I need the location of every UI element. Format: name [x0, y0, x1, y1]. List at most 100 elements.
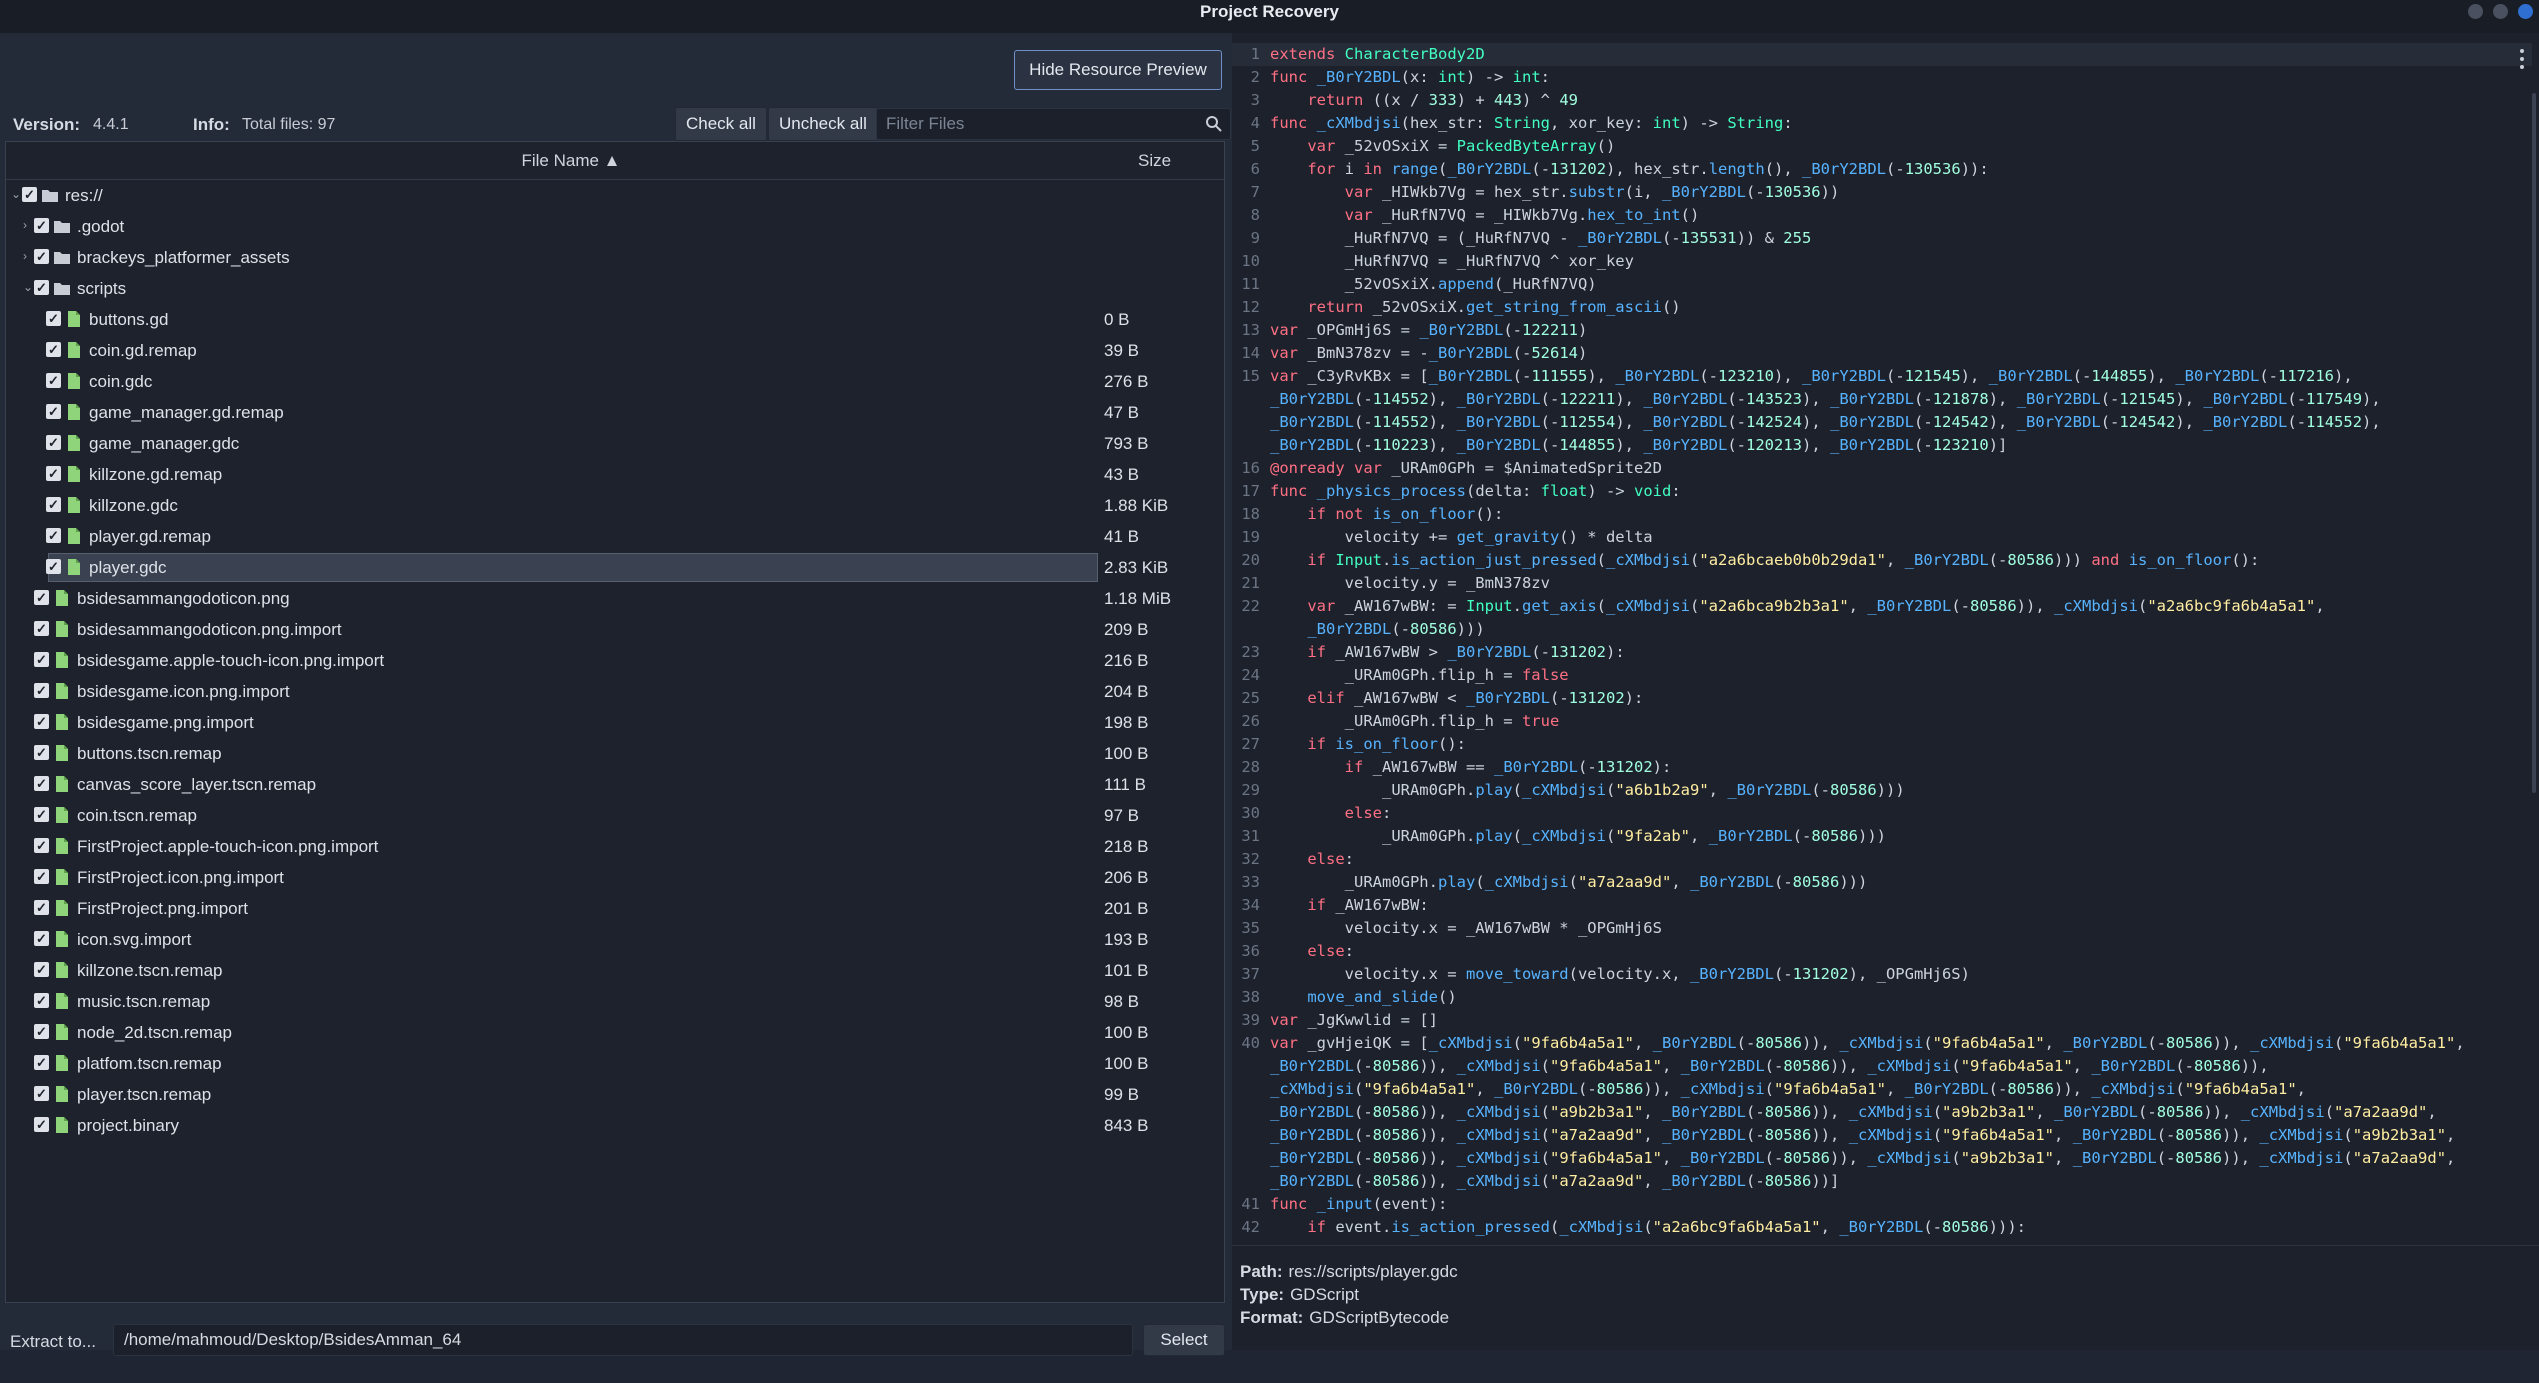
row-checkbox[interactable]: ✓	[34, 931, 49, 946]
tree-file-row[interactable]: ✓ canvas_score_layer.tscn.remap 111 B	[6, 769, 1224, 800]
tree-file-row[interactable]: ✓ platfom.tscn.remap 100 B	[6, 1048, 1224, 1079]
line-number: 15	[1241, 367, 1260, 385]
code-text: _B0rY2BDL(-80586)), _cXMbdjsi("a9b2b3a1"…	[1270, 1103, 2437, 1121]
tree-file-row[interactable]: ✓ game_manager.gd.remap 47 B	[6, 397, 1224, 428]
row-checkbox[interactable]: ✓	[34, 807, 49, 822]
tree-file-row[interactable]: ✓ coin.gd.remap 39 B	[6, 335, 1224, 366]
more-options-icon[interactable]	[2519, 47, 2525, 71]
row-checkbox[interactable]: ✓	[46, 404, 61, 419]
chevron-right-icon[interactable]: ›	[23, 249, 33, 265]
line-number: 27	[1241, 735, 1260, 753]
tree-file-row[interactable]: ✓ FirstProject.icon.png.import 206 B	[6, 862, 1224, 893]
row-checkbox[interactable]: ✓	[46, 466, 61, 481]
row-checkbox[interactable]: ✓	[46, 373, 61, 388]
tree-file-row[interactable]: ✓ game_manager.gdc 793 B	[6, 428, 1224, 459]
select-button[interactable]: Select	[1143, 1324, 1225, 1356]
tree-file-row[interactable]: ✓ bsidesammangodoticon.png 1.18 MiB	[6, 583, 1224, 614]
row-checkbox[interactable]: ✓	[34, 776, 49, 791]
tree-file-row[interactable]: ✓ buttons.gd 0 B	[6, 304, 1224, 335]
line-number: 36	[1241, 942, 1260, 960]
code-line: _B0rY2BDL(-80586)))	[1232, 618, 2532, 641]
file-icon	[53, 620, 71, 638]
tree-file-row[interactable]: ✓ project.binary 843 B	[6, 1110, 1224, 1141]
close-icon[interactable]	[2518, 4, 2533, 19]
tree-folder-row[interactable]: ⌄ ✓ scripts	[6, 273, 1224, 304]
row-checkbox[interactable]: ✓	[34, 218, 49, 233]
line-number: 34	[1241, 896, 1260, 914]
code-line: 34 if _AW167wBW:	[1232, 894, 2532, 917]
uncheck-all-button[interactable]: Uncheck all	[768, 107, 878, 141]
row-checkbox[interactable]: ✓	[46, 435, 61, 450]
row-checkbox[interactable]: ✓	[34, 1086, 49, 1101]
tree-file-row[interactable]: ✓ player.gdc 2.83 KiB	[6, 552, 1224, 583]
row-checkbox[interactable]: ✓	[34, 838, 49, 853]
row-checkbox[interactable]: ✓	[46, 559, 61, 574]
check-all-button[interactable]: Check all	[675, 107, 767, 141]
hide-resource-preview-button[interactable]: Hide Resource Preview	[1014, 50, 1222, 90]
minimize-icon[interactable]	[2468, 4, 2483, 19]
extract-path-input[interactable]	[113, 1324, 1133, 1356]
folder-icon	[53, 248, 71, 266]
chevron-down-icon[interactable]: ⌄	[11, 187, 21, 203]
tree-file-row[interactable]: ✓ coin.gdc 276 B	[6, 366, 1224, 397]
row-checkbox[interactable]: ✓	[34, 683, 49, 698]
tree-file-row[interactable]: ✓ FirstProject.png.import 201 B	[6, 893, 1224, 924]
maximize-icon[interactable]	[2493, 4, 2508, 19]
tree-file-row[interactable]: ✓ music.tscn.remap 98 B	[6, 986, 1224, 1017]
row-checkbox[interactable]: ✓	[34, 280, 49, 295]
tree-file-row[interactable]: ✓ node_2d.tscn.remap 100 B	[6, 1017, 1224, 1048]
tree-file-row[interactable]: ✓ FirstProject.apple-touch-icon.png.impor…	[6, 831, 1224, 862]
row-checkbox[interactable]: ✓	[34, 993, 49, 1008]
code-text: _cXMbdjsi("9fa6b4a5a1", _B0rY2BDL(-80586…	[1270, 1080, 2307, 1098]
code-text: _URAm0GPh.flip_h = false	[1270, 666, 1569, 684]
extract-to-label: Extract to...	[10, 1332, 96, 1351]
chevron-right-icon[interactable]: ›	[23, 218, 33, 234]
tree-file-row[interactable]: ✓ bsidesgame.png.import 198 B	[6, 707, 1224, 738]
row-checkbox[interactable]: ✓	[34, 1055, 49, 1070]
code-text: _HuRfN7VQ = (_HuRfN7VQ - _B0rY2BDL(-1355…	[1270, 229, 1812, 247]
row-checkbox[interactable]: ✓	[34, 249, 49, 264]
tree-file-row[interactable]: ✓ coin.tscn.remap 97 B	[6, 800, 1224, 831]
chevron-down-icon[interactable]: ⌄	[23, 280, 33, 296]
code-text: _52vOSxiX.append(_HuRfN7VQ)	[1270, 275, 1597, 293]
row-checkbox[interactable]: ✓	[34, 621, 49, 636]
line-number: 24	[1241, 666, 1260, 684]
tree-file-row[interactable]: ✓ bsidesgame.apple-touch-icon.png.import 2…	[6, 645, 1224, 676]
row-checkbox[interactable]: ✓	[34, 900, 49, 915]
tree-file-row[interactable]: ✓ bsidesammangodoticon.png.import 209 B	[6, 614, 1224, 645]
tree-file-row[interactable]: ✓ player.gd.remap 41 B	[6, 521, 1224, 552]
code-text: return ((x / 333) + 443) ^ 49	[1307, 91, 1578, 109]
code-scrollbar[interactable]	[2532, 93, 2536, 793]
tree-file-row[interactable]: ✓ bsidesgame.icon.png.import 204 B	[6, 676, 1224, 707]
code-view[interactable]: 1 extends CharacterBody2D 2 func _B0rY2BDL(…	[1232, 43, 2532, 1243]
tree-file-row[interactable]: ✓ buttons.tscn.remap 100 B	[6, 738, 1224, 769]
row-checkbox[interactable]: ✓	[22, 187, 37, 202]
file-name: FirstProject.icon.png.import	[77, 868, 284, 887]
tree-file-row[interactable]: ✓ icon.svg.import 193 B	[6, 924, 1224, 955]
code-text: if event.is_action_pressed(_cXMbdjsi("a2…	[1307, 1218, 2026, 1236]
row-checkbox[interactable]: ✓	[34, 590, 49, 605]
row-checkbox[interactable]: ✓	[46, 311, 61, 326]
file-name-column-header[interactable]: File Name ▲	[6, 151, 1136, 171]
tree-folder-row[interactable]: ⌄ ✓ res://	[6, 180, 1224, 211]
row-checkbox[interactable]: ✓	[34, 1024, 49, 1039]
row-checkbox[interactable]: ✓	[34, 1117, 49, 1132]
tree-file-row[interactable]: ✓ killzone.gd.remap 43 B	[6, 459, 1224, 490]
row-checkbox[interactable]: ✓	[34, 869, 49, 884]
tree-file-row[interactable]: ✓ player.tscn.remap 99 B	[6, 1079, 1224, 1110]
row-checkbox[interactable]: ✓	[46, 528, 61, 543]
code-line: _B0rY2BDL(-110223), _B0rY2BDL(-144855), …	[1232, 434, 2532, 457]
size-column-header[interactable]: Size	[1138, 151, 1171, 171]
tree-folder-row[interactable]: › ✓ brackeys_platformer_assets	[6, 242, 1224, 273]
row-checkbox[interactable]: ✓	[34, 962, 49, 977]
row-checkbox[interactable]: ✓	[34, 652, 49, 667]
row-checkbox[interactable]: ✓	[34, 714, 49, 729]
tree-file-row[interactable]: ✓ killzone.gdc 1.88 KiB	[6, 490, 1224, 521]
row-checkbox[interactable]: ✓	[46, 342, 61, 357]
row-checkbox[interactable]: ✓	[34, 745, 49, 760]
row-checkbox[interactable]: ✓	[46, 497, 61, 512]
tree-folder-row[interactable]: › ✓ .godot	[6, 211, 1224, 242]
tree-file-row[interactable]: ✓ killzone.tscn.remap 101 B	[6, 955, 1224, 986]
code-text: return _52vOSxiX.get_string_from_ascii()	[1307, 298, 1681, 316]
filter-files-input[interactable]	[876, 108, 1231, 140]
